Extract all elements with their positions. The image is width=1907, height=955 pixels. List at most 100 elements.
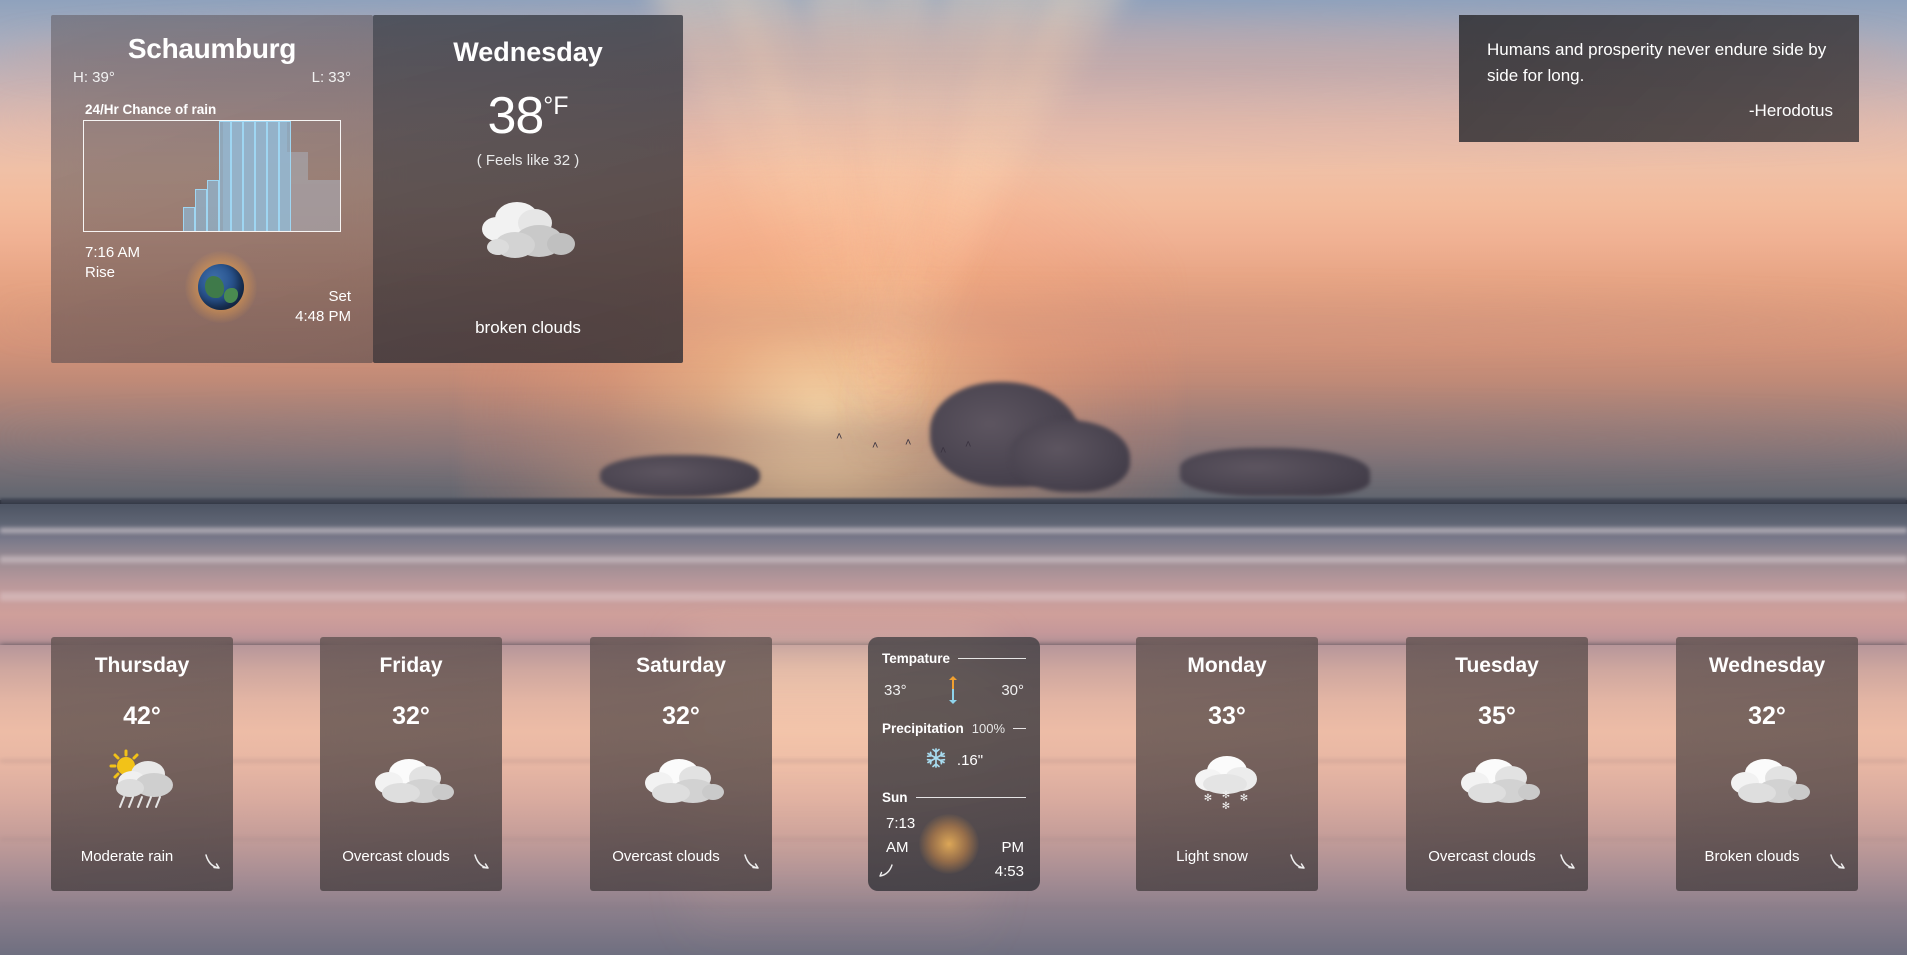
- forecast-description: Broken clouds: [1704, 848, 1800, 865]
- up-down-arrow-svg: [949, 676, 957, 704]
- forecast-temperature: 32°: [1748, 702, 1786, 730]
- up-down-arrow-icon: [946, 675, 962, 705]
- cursor-arrow-svg: [474, 854, 489, 869]
- forecast-description: Overcast clouds: [612, 848, 720, 865]
- overcast-clouds-icon: [635, 747, 727, 813]
- cursor-arrow-svg: [1560, 854, 1575, 869]
- detail-temp-low: 30°: [1001, 681, 1024, 699]
- forecast-day-name: Wednesday: [1708, 654, 1826, 677]
- chart-bar: [218, 121, 231, 231]
- surf-line: [0, 528, 1907, 533]
- temperature-label: Tempature: [882, 651, 951, 666]
- clouds-svg: [645, 759, 724, 803]
- cumulus-cloud: [1180, 448, 1370, 496]
- ocean: [0, 504, 1907, 650]
- forecast-card[interactable]: Thursday 42° Moderate rain: [51, 637, 233, 891]
- current-weather-widget[interactable]: Schaumburg H: 39° L: 33° 24/Hr Chance of…: [51, 15, 373, 363]
- forecast-card[interactable]: Wednesday 32° Broken clouds: [1676, 637, 1858, 891]
- high-low-row: H: 39° L: 33°: [51, 65, 373, 86]
- cursor-arrow-icon: [203, 853, 221, 871]
- quote-widget: Humans and prosperity never endure side …: [1459, 15, 1859, 142]
- clouds-svg: [375, 759, 454, 803]
- forecast-day-name: Monday: [1187, 654, 1267, 677]
- forecast-temperature: 32°: [662, 702, 700, 730]
- birds-silhouette: ˄: [965, 439, 972, 451]
- header-rule: [915, 796, 1026, 799]
- birds-silhouette: ˄: [940, 445, 947, 457]
- forecast-day-name: Tuesday: [1455, 654, 1539, 677]
- clouds-svg: [1731, 759, 1810, 803]
- forecast-card[interactable]: Monday 33° ✻ ✻ ✻ ✻ Light snow: [1136, 637, 1318, 891]
- today-temperature-unit: °F: [543, 92, 569, 120]
- forecast-temperature: 42°: [123, 702, 161, 730]
- chart-bar: [195, 189, 208, 231]
- snowflake-svg: [926, 748, 946, 768]
- precipitation-percent: 100%: [971, 721, 1006, 736]
- cursor-arrow-icon: [742, 853, 760, 871]
- cumulus-cloud: [1010, 420, 1130, 492]
- chart-bar: [242, 121, 255, 231]
- globe-sphere: [930, 825, 968, 863]
- forecast-description: Light snow: [1176, 848, 1248, 865]
- forecast-card[interactable]: Tuesday 35° Overcast clouds: [1406, 637, 1588, 891]
- detail-sunset-time: 4:53: [994, 863, 1024, 880]
- cursor-arrow-icon: [1828, 853, 1846, 871]
- rain-chance-chart: [83, 120, 341, 232]
- sun-rain-cloud-icon: [96, 747, 188, 813]
- birds-silhouette: ˄: [872, 440, 879, 452]
- cursor-arrow-icon: [878, 863, 894, 879]
- forecast-day-name: Saturday: [636, 654, 726, 677]
- low-temp-label: L: 33°: [311, 69, 351, 86]
- snowflake-icon: [925, 747, 947, 774]
- surf-line: [0, 592, 1907, 601]
- forecast-description: Overcast clouds: [342, 848, 450, 865]
- city-name: Schaumburg: [127, 33, 297, 64]
- chart-bar: [266, 121, 279, 231]
- cursor-arrow-svg: [744, 854, 759, 869]
- sun-rise-set-row: 7:16 AM Rise Set 4:48 PM: [51, 240, 373, 332]
- broken-clouds-svg: [482, 202, 575, 258]
- detail-sun-row: 7:13 AM PM 4:53: [868, 813, 1040, 891]
- chart-bar: [230, 121, 243, 231]
- chart-bar: [183, 206, 196, 231]
- cursor-arrow-svg: [1830, 854, 1845, 869]
- today-temperature-row: 38°F: [373, 86, 683, 146]
- cursor-arrow-icon: [472, 853, 490, 871]
- precipitation-values-row: .16": [868, 747, 1040, 774]
- sunrise-time: 7:16 AM: [85, 244, 141, 261]
- forecast-card[interactable]: Friday 32° Overcast clouds: [320, 637, 502, 891]
- earth-globe-icon: [919, 814, 979, 874]
- broken-clouds-icon: [473, 189, 583, 267]
- globe-landmass: [205, 276, 224, 298]
- detail-sunrise-time: 7:13: [886, 815, 916, 832]
- cumulus-cloud: [600, 455, 760, 497]
- overcast-clouds-icon: [365, 747, 457, 813]
- header-rule: [1013, 727, 1026, 730]
- today-feels-like: ( Feels like 32 ): [476, 152, 580, 169]
- forecast-card[interactable]: Saturday 32° Overcast clouds: [590, 637, 772, 891]
- temperature-section-header: Tempature: [868, 651, 1040, 666]
- quote-author: -Herodotus: [1748, 101, 1833, 120]
- birds-silhouette: ˄: [905, 437, 912, 449]
- sunset-label: Set: [328, 288, 351, 305]
- today-forecast-card[interactable]: Wednesday 38°F ( Feels like 32 ) broken …: [373, 15, 683, 363]
- precipitation-amount: .16": [956, 752, 984, 769]
- forecast-temperature: 33°: [1208, 702, 1246, 730]
- sun-label: Sun: [882, 790, 908, 805]
- globe-sphere: [198, 264, 244, 310]
- precipitation-label: Precipitation: [882, 721, 964, 736]
- weather-detail-card[interactable]: Tempature 33° 30° Precipitation 100% .16…: [868, 637, 1040, 891]
- sun-section-header: Sun: [868, 790, 1040, 805]
- sand-streak: [0, 906, 1907, 908]
- detail-temp-high: 33°: [884, 681, 907, 699]
- cursor-arrow-svg: [1290, 854, 1305, 869]
- broken-clouds-icon: [1721, 747, 1813, 813]
- forecast-description: Overcast clouds: [1428, 848, 1536, 865]
- cursor-arrow-icon: [1558, 853, 1576, 871]
- globe-landmass: [224, 288, 238, 303]
- cursor-arrow-svg: [879, 864, 893, 877]
- forecast-description: Moderate rain: [80, 848, 174, 865]
- sunset-time: 4:48 PM: [295, 308, 351, 325]
- chart-bar: [278, 121, 291, 231]
- detail-sunrise-meridiem: AM: [886, 839, 909, 856]
